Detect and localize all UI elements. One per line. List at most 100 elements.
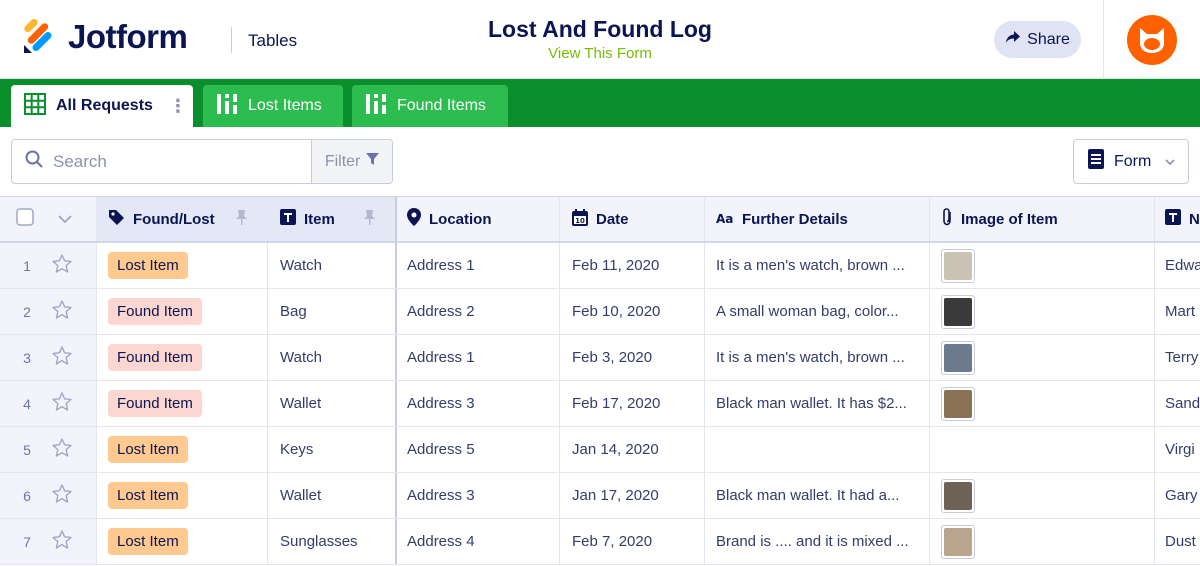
view-form-link[interactable]: View This Form <box>400 45 800 62</box>
image-cell[interactable] <box>930 519 1155 564</box>
details-text: It is a men's watch, brown ... <box>716 349 905 366</box>
row-number: 6 <box>23 487 31 504</box>
name-cell[interactable]: Mart <box>1155 289 1200 334</box>
item-image-thumbnail[interactable] <box>941 294 975 329</box>
location-cell[interactable]: Address 3 <box>397 473 560 518</box>
image-cell[interactable] <box>930 243 1155 288</box>
column-header-found-lost[interactable]: Found/Lost <box>97 197 268 241</box>
location-cell[interactable]: Address 4 <box>397 519 560 564</box>
form-dropdown-button[interactable]: Form <box>1073 139 1189 184</box>
location-cell[interactable]: Address 2 <box>397 289 560 334</box>
select-all-checkbox[interactable] <box>16 208 34 230</box>
status-cell[interactable]: Lost Item <box>97 243 268 288</box>
pin-icon[interactable] <box>364 209 375 229</box>
text-icon <box>280 209 296 229</box>
table-row[interactable]: 7 Lost Item Sunglasses Address 4 Feb 7, 2020… <box>0 519 1200 565</box>
status-cell[interactable]: Lost Item <box>97 427 268 472</box>
column-header-item[interactable]: Item <box>268 197 397 241</box>
image-cell[interactable] <box>930 289 1155 334</box>
item-image-thumbnail[interactable] <box>941 524 975 559</box>
image-cell[interactable] <box>930 335 1155 380</box>
status-cell[interactable]: Lost Item <box>97 473 268 518</box>
jotform-logo[interactable]: Jotform <box>22 18 188 56</box>
item-image-thumbnail[interactable] <box>941 478 975 513</box>
column-header-date[interactable]: 10 Date <box>560 197 705 241</box>
column-header-further-details[interactable]: Aa Further Details <box>705 197 930 241</box>
table-row[interactable]: 4 Found Item Wallet Address 3 Feb 17, 2020 Bl… <box>0 381 1200 427</box>
tab-found-items[interactable]: Found Items <box>352 85 508 127</box>
date-cell[interactable]: Jan 14, 2020 <box>560 427 705 472</box>
status-cell[interactable]: Found Item <box>97 335 268 380</box>
location-cell[interactable]: Address 5 <box>397 427 560 472</box>
image-cell[interactable] <box>930 473 1155 518</box>
item-image-thumbnail[interactable] <box>941 386 975 421</box>
name-cell[interactable]: Dust <box>1155 519 1200 564</box>
star-icon[interactable] <box>52 438 72 461</box>
star-icon[interactable] <box>52 392 72 415</box>
table-row[interactable]: 3 Found Item Watch Address 1 Feb 3, 2020 It i… <box>0 335 1200 381</box>
star-icon[interactable] <box>52 300 72 323</box>
item-cell[interactable]: Sunglasses <box>268 519 397 564</box>
details-cell[interactable]: It is a men's watch, brown ... <box>705 243 930 288</box>
image-cell[interactable] <box>930 381 1155 426</box>
more-options-icon[interactable]: ⋮ <box>169 97 187 115</box>
table-row[interactable]: 5 Lost Item Keys Address 5 Jan 14, 2020 Virgi <box>0 427 1200 473</box>
column-header-image-of-item[interactable]: Image of Item <box>930 197 1155 241</box>
name-cell[interactable]: Virgi <box>1155 427 1200 472</box>
star-icon[interactable] <box>52 484 72 507</box>
name-cell[interactable]: Edwa <box>1155 243 1200 288</box>
item-image-thumbnail[interactable] <box>941 340 975 375</box>
table-row[interactable]: 6 Lost Item Wallet Address 3 Jan 17, 2020 Bla… <box>0 473 1200 519</box>
share-button[interactable]: Share <box>994 21 1081 58</box>
item-cell[interactable]: Wallet <box>268 381 397 426</box>
location-cell[interactable]: Address 1 <box>397 335 560 380</box>
column-header-location[interactable]: Location <box>397 197 560 241</box>
date-cell[interactable]: Feb 11, 2020 <box>560 243 705 288</box>
item-cell[interactable]: Bag <box>268 289 397 334</box>
item-cell[interactable]: Keys <box>268 427 397 472</box>
name-cell[interactable]: Terry <box>1155 335 1200 380</box>
details-cell[interactable]: It is a men's watch, brown ... <box>705 335 930 380</box>
row-number-cell: 4 <box>0 381 97 426</box>
item-cell[interactable]: Wallet <box>268 473 397 518</box>
details-cell[interactable]: Black man wallet. It has $2... <box>705 381 930 426</box>
location-pin-icon <box>407 208 421 230</box>
star-icon[interactable] <box>52 346 72 369</box>
details-cell[interactable]: Black man wallet. It had a... <box>705 473 930 518</box>
status-cell[interactable]: Found Item <box>97 289 268 334</box>
table-row[interactable]: 2 Found Item Bag Address 2 Feb 10, 2020 A sma… <box>0 289 1200 335</box>
item-image-thumbnail[interactable] <box>941 248 975 283</box>
search-input[interactable]: Search <box>12 140 311 183</box>
location-cell[interactable]: Address 1 <box>397 243 560 288</box>
details-cell[interactable]: A small woman bag, color... <box>705 289 930 334</box>
item-cell[interactable]: Watch <box>268 243 397 288</box>
details-cell[interactable] <box>705 427 930 472</box>
funnel-icon <box>366 152 380 171</box>
star-icon[interactable] <box>52 254 72 277</box>
row-number: 7 <box>23 533 31 550</box>
tab-lost-items[interactable]: Lost Items <box>203 85 343 127</box>
name-cell[interactable]: Sand <box>1155 381 1200 426</box>
filter-button[interactable]: Filter <box>311 140 392 183</box>
location-cell[interactable]: Address 3 <box>397 381 560 426</box>
date-cell[interactable]: Feb 7, 2020 <box>560 519 705 564</box>
date-cell[interactable]: Feb 10, 2020 <box>560 289 705 334</box>
pin-icon[interactable] <box>236 209 247 229</box>
tab-all-requests[interactable]: All Requests ⋮ <box>11 85 193 127</box>
column-header-name[interactable]: N <box>1155 197 1200 241</box>
details-cell[interactable]: Brand is .... and it is mixed ... <box>705 519 930 564</box>
date-cell[interactable]: Jan 17, 2020 <box>560 473 705 518</box>
item-cell[interactable]: Watch <box>268 335 397 380</box>
date-cell[interactable]: Feb 17, 2020 <box>560 381 705 426</box>
status-cell[interactable]: Found Item <box>97 381 268 426</box>
status-cell[interactable]: Lost Item <box>97 519 268 564</box>
user-avatar[interactable] <box>1127 15 1177 65</box>
column-label: Location <box>429 210 492 228</box>
date-cell[interactable]: Feb 3, 2020 <box>560 335 705 380</box>
star-icon[interactable] <box>52 530 72 553</box>
name-cell[interactable]: Gary <box>1155 473 1200 518</box>
report-icon <box>216 93 238 120</box>
image-cell[interactable] <box>930 427 1155 472</box>
table-row[interactable]: 1 Lost Item Watch Address 1 Feb 11, 2020 It i… <box>0 243 1200 289</box>
chevron-down-icon[interactable] <box>58 211 72 228</box>
